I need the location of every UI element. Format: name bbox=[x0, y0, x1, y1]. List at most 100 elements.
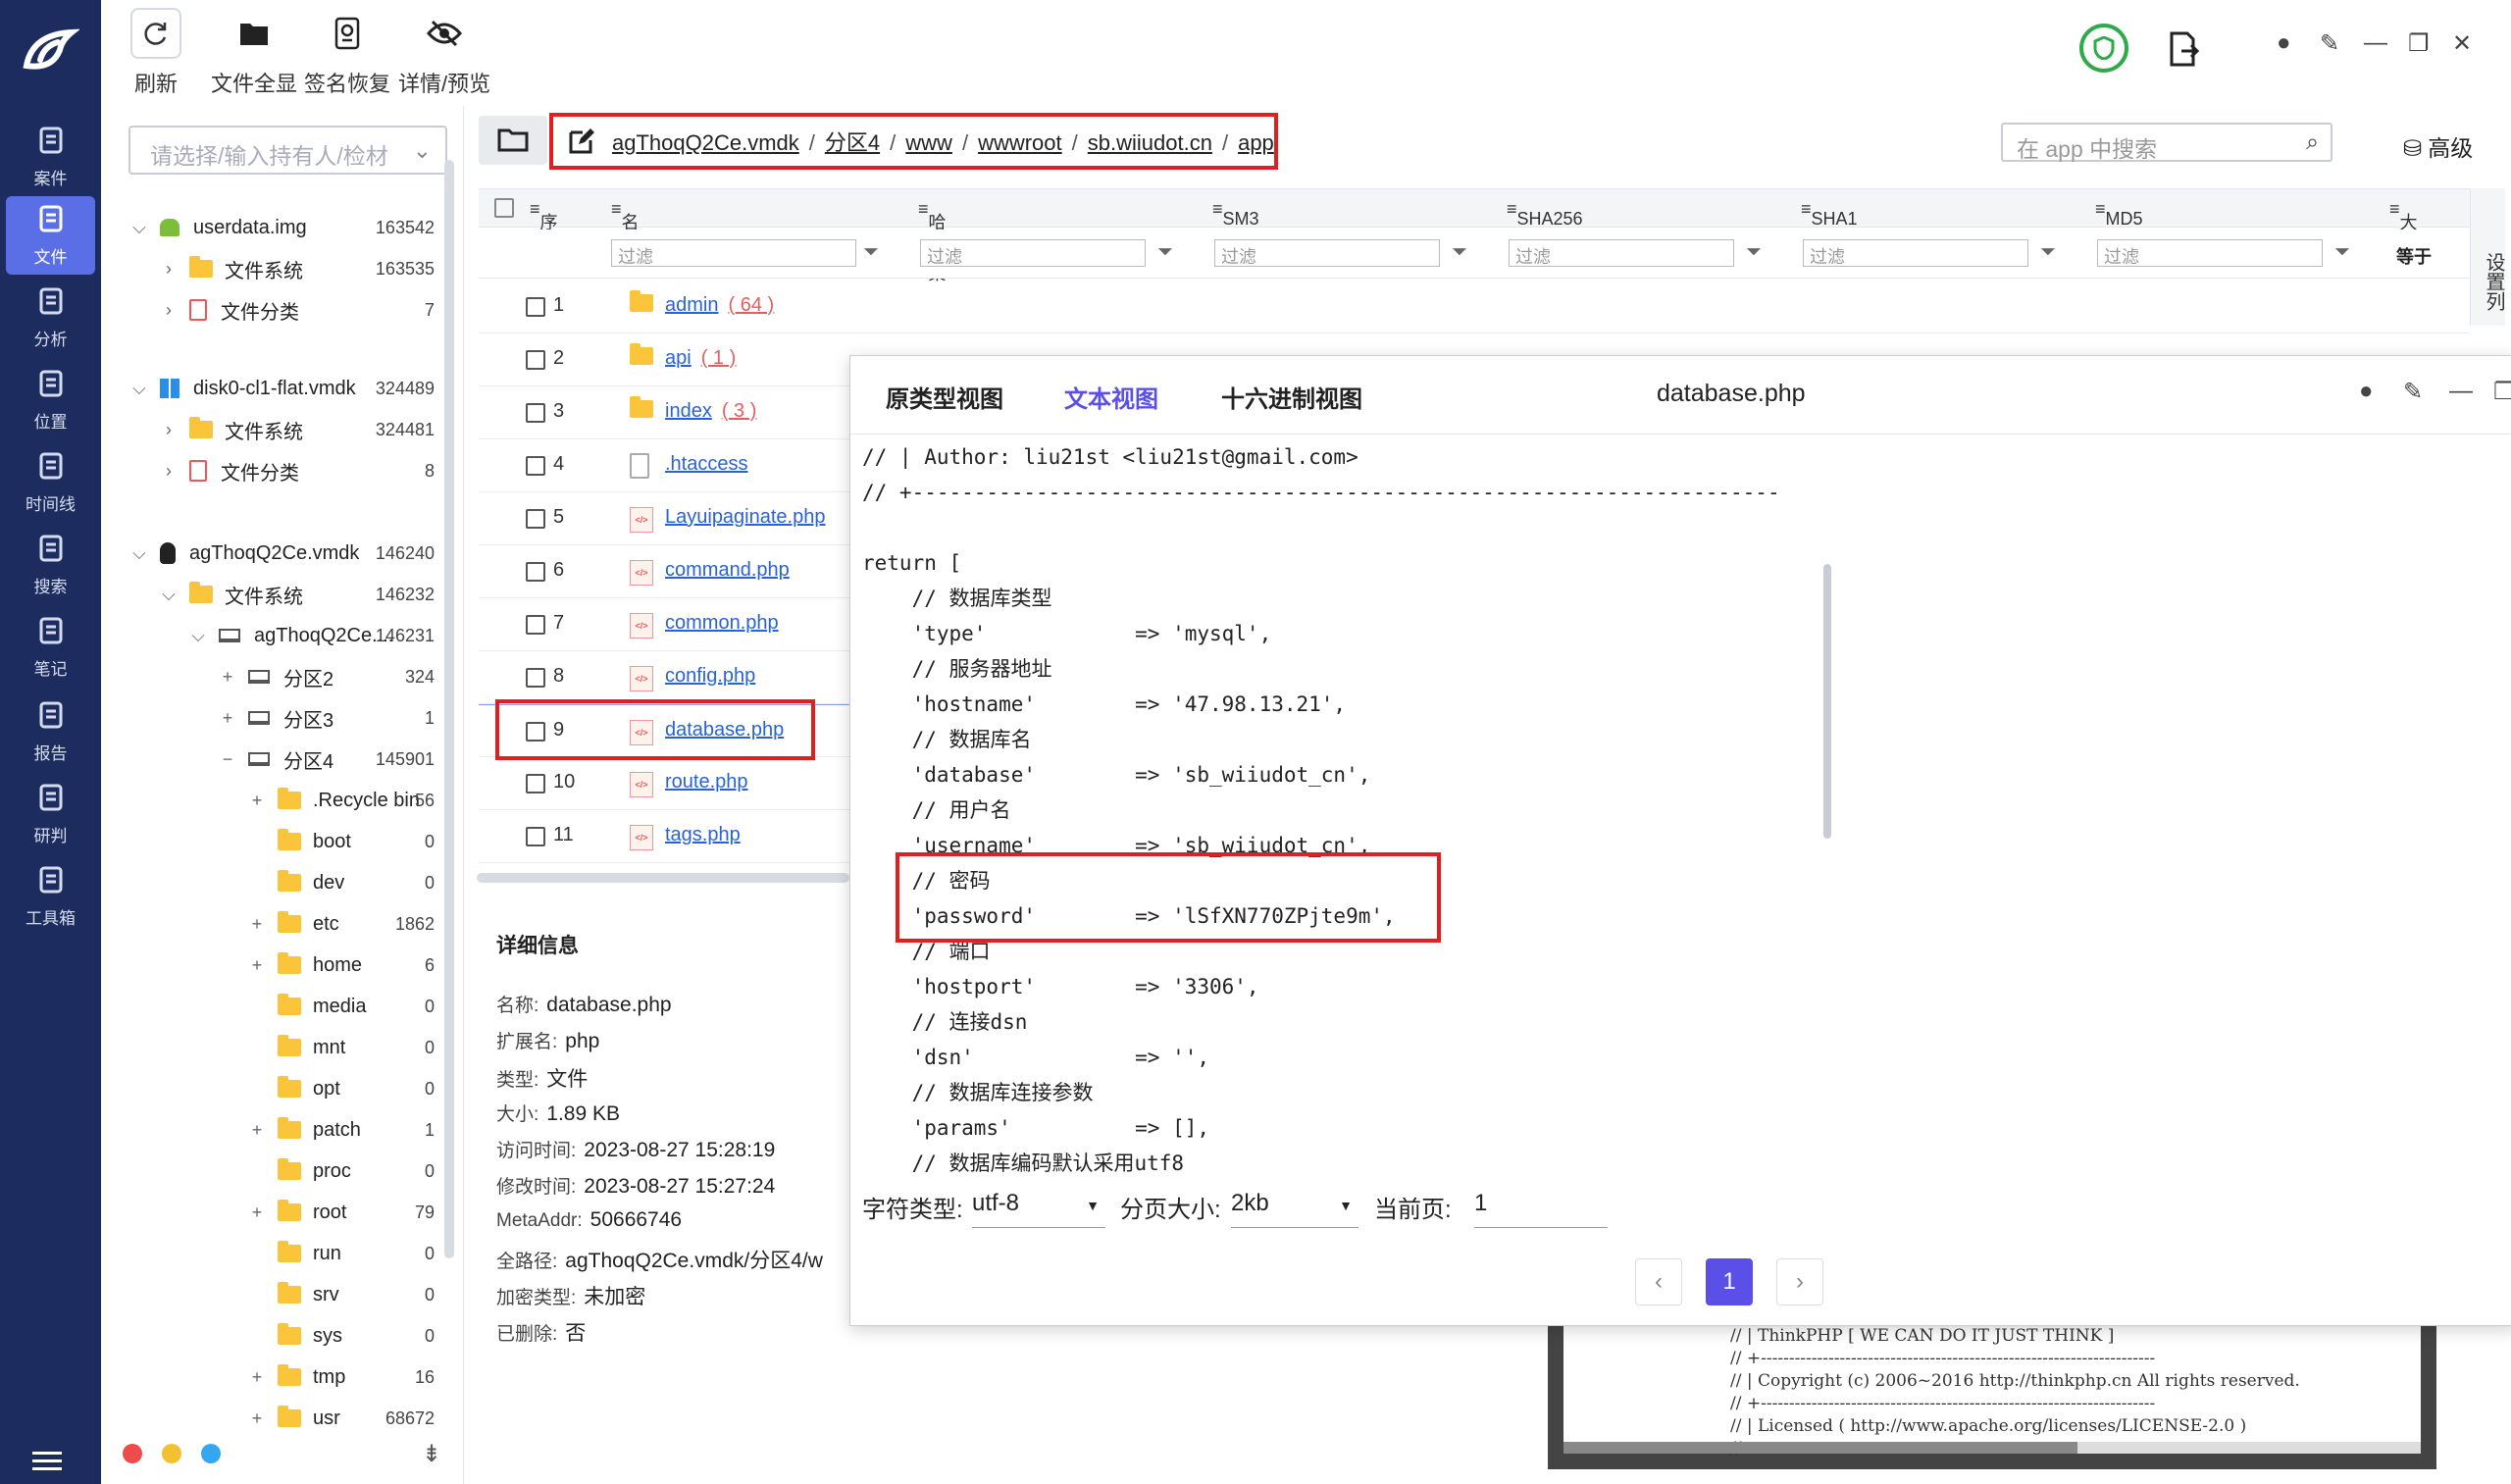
tree-node[interactable]: media 0 bbox=[101, 988, 435, 1025]
select-all-checkbox[interactable] bbox=[494, 198, 514, 218]
edit-path-icon[interactable] bbox=[567, 127, 596, 162]
expand-toggle-icon[interactable]: › bbox=[160, 259, 178, 280]
tree-node[interactable]: + home 6 bbox=[101, 947, 435, 984]
nav-item-7[interactable]: 报告 bbox=[6, 692, 95, 771]
tree-node[interactable]: + 分区3 1 bbox=[101, 699, 435, 737]
file-name-link[interactable]: config.php bbox=[665, 665, 755, 688]
row-checkbox[interactable] bbox=[526, 774, 545, 793]
file-name-link[interactable]: api( 1 ) bbox=[665, 347, 736, 370]
size-filter-operator[interactable]: 等于 bbox=[2396, 243, 2432, 269]
col-no[interactable]: ≡ 序号 bbox=[530, 199, 558, 258]
row-checkbox[interactable] bbox=[526, 509, 545, 529]
tree-node[interactable]: ⌵ agThoqQ2Ce.vmdk 146240 bbox=[101, 535, 435, 572]
file-name-link[interactable]: command.php bbox=[665, 559, 790, 582]
file-name-link[interactable]: common.php bbox=[665, 612, 779, 635]
folder-nav-button[interactable] bbox=[479, 116, 547, 165]
refresh-button[interactable]: 刷新 bbox=[130, 8, 181, 101]
advanced-search-button[interactable]: ⛁ 高级 bbox=[2403, 129, 2473, 163]
column-settings-button[interactable]: 设置列 bbox=[2470, 188, 2505, 326]
file-name-link[interactable]: admin( 64 ) bbox=[665, 294, 774, 317]
maximize-icon[interactable]: ❐ bbox=[2493, 378, 2511, 406]
filter-icon[interactable]: ⏷ bbox=[1452, 241, 1467, 264]
code-scrollbar[interactable] bbox=[1823, 564, 1831, 839]
file-name-link[interactable]: route.php bbox=[665, 771, 748, 793]
expand-toggle-icon[interactable]: ⌵ bbox=[130, 218, 148, 238]
nav-item-1[interactable]: 文件 bbox=[6, 196, 95, 275]
export-icon[interactable] bbox=[2168, 31, 2200, 73]
expand-toggle-icon[interactable]: › bbox=[160, 461, 178, 482]
expand-toggle-icon[interactable]: › bbox=[160, 300, 178, 321]
breadcrumb-item[interactable]: 分区4 bbox=[825, 130, 880, 155]
tab-raw-view[interactable]: 原类型视图 bbox=[886, 380, 1003, 414]
col-sha256[interactable]: ≡ SHA256 bbox=[1507, 199, 1583, 229]
expand-toggle-icon[interactable]: + bbox=[248, 1367, 266, 1388]
file-name-link[interactable]: Layuipaginate.php bbox=[665, 506, 825, 529]
tree-node[interactable]: proc 0 bbox=[101, 1152, 435, 1190]
nav-item-3[interactable]: 位置 bbox=[6, 361, 95, 439]
holder-select-input[interactable]: 请选择/输入持有人/检材 ⌄ bbox=[128, 126, 447, 175]
next-page-button[interactable]: › bbox=[1776, 1258, 1823, 1305]
tree-node[interactable]: + etc 1862 bbox=[101, 905, 435, 943]
pin-icon[interactable]: ✎ bbox=[2320, 29, 2339, 58]
tree-node[interactable]: ⌵ disk0-cl1-flat.vmdk 324489 bbox=[101, 370, 435, 407]
expand-toggle-icon[interactable]: ⌵ bbox=[160, 585, 178, 605]
file-name-link[interactable]: index( 3 ) bbox=[665, 400, 756, 423]
tab-hex-view[interactable]: 十六进制视图 bbox=[1221, 380, 1362, 414]
tree-node[interactable]: › 文件系统 163535 bbox=[101, 250, 435, 287]
expand-toggle-icon[interactable]: + bbox=[248, 914, 266, 935]
col-name[interactable]: ≡ 名称 bbox=[611, 199, 640, 258]
tree-node[interactable]: ⌵ agThoqQ2Ce.... 146231 bbox=[101, 617, 435, 654]
tree-node[interactable]: › 文件分类 7 bbox=[101, 291, 435, 329]
hashset-filter-input[interactable]: 过滤 bbox=[920, 239, 1146, 267]
breadcrumb-item[interactable]: www bbox=[905, 130, 952, 155]
nav-item-8[interactable]: 研判 bbox=[6, 775, 95, 853]
signature-restore-button[interactable]: 签名恢复 bbox=[304, 8, 390, 101]
tree-node[interactable]: dev 0 bbox=[101, 864, 435, 901]
expand-toggle-icon[interactable]: ⌵ bbox=[130, 543, 148, 564]
row-checkbox[interactable] bbox=[526, 668, 545, 688]
row-checkbox[interactable] bbox=[526, 562, 545, 582]
detail-preview-button[interactable]: 详情/预览 bbox=[398, 8, 490, 101]
tree-node[interactable]: + patch 1 bbox=[101, 1111, 435, 1149]
close-icon[interactable]: ✕ bbox=[2452, 29, 2472, 58]
tree-node[interactable]: sys 0 bbox=[101, 1317, 435, 1355]
nav-item-4[interactable]: 时间线 bbox=[6, 443, 95, 522]
prev-page-button[interactable]: ‹ bbox=[1635, 1258, 1682, 1305]
expand-toggle-icon[interactable]: − bbox=[219, 749, 236, 770]
expand-toggle-icon[interactable]: + bbox=[248, 1203, 266, 1223]
show-all-files-button[interactable]: 文件全显 bbox=[211, 8, 297, 101]
sm3-filter-input[interactable]: 过滤 bbox=[1214, 239, 1440, 267]
tree-node[interactable]: srv 0 bbox=[101, 1276, 435, 1313]
nav-item-0[interactable]: 案件 bbox=[6, 118, 95, 196]
table-row[interactable]: 1 admin( 64 ) bbox=[479, 281, 2470, 333]
pin-icon[interactable]: ✎ bbox=[2403, 378, 2423, 406]
expand-toggle-icon[interactable]: + bbox=[248, 1408, 266, 1429]
tree-node[interactable]: ⌵ userdata.img 163542 bbox=[101, 209, 435, 246]
nav-item-6[interactable]: 笔记 bbox=[6, 608, 95, 687]
md5-filter-input[interactable]: 过滤 bbox=[2097, 239, 2323, 267]
tree-node[interactable]: opt 0 bbox=[101, 1070, 435, 1107]
col-md5[interactable]: ≡ MD5 bbox=[2095, 199, 2143, 229]
row-checkbox[interactable] bbox=[526, 827, 545, 846]
tree-node[interactable]: + usr 68672 bbox=[101, 1400, 435, 1437]
nav-item-2[interactable]: 分析 bbox=[6, 279, 95, 357]
expand-toggle-icon[interactable]: + bbox=[248, 791, 266, 811]
minimize-icon[interactable]: — bbox=[2449, 378, 2473, 405]
breadcrumb-item[interactable]: sb.wiiudot.cn bbox=[1088, 130, 1212, 155]
col-hashset[interactable]: ≡ 哈希集 bbox=[918, 199, 947, 283]
tree-node[interactable]: run 0 bbox=[101, 1235, 435, 1272]
breadcrumb-item[interactable]: app bbox=[1238, 130, 1274, 155]
expand-toggle-icon[interactable]: + bbox=[248, 1120, 266, 1141]
name-filter-input[interactable]: 过滤 bbox=[611, 239, 856, 267]
user-icon[interactable]: ● bbox=[2277, 29, 2291, 57]
file-name-link[interactable]: .htaccess bbox=[665, 453, 747, 476]
preview-hscrollbar[interactable] bbox=[1563, 1442, 2421, 1454]
tree-node[interactable]: ⌵ 文件系统 146232 bbox=[101, 576, 435, 613]
expand-toggle-icon[interactable]: + bbox=[248, 955, 266, 976]
breadcrumb-item[interactable]: wwwroot bbox=[978, 130, 1062, 155]
page-input[interactable]: 1 bbox=[1474, 1190, 1608, 1228]
charset-select[interactable]: utf-8 ▼ bbox=[972, 1190, 1105, 1228]
filter-icon[interactable]: ⏷ bbox=[1157, 241, 1173, 264]
filter-icon[interactable]: ⏷ bbox=[863, 241, 879, 264]
restore-icon[interactable]: ❐ bbox=[2408, 29, 2430, 58]
